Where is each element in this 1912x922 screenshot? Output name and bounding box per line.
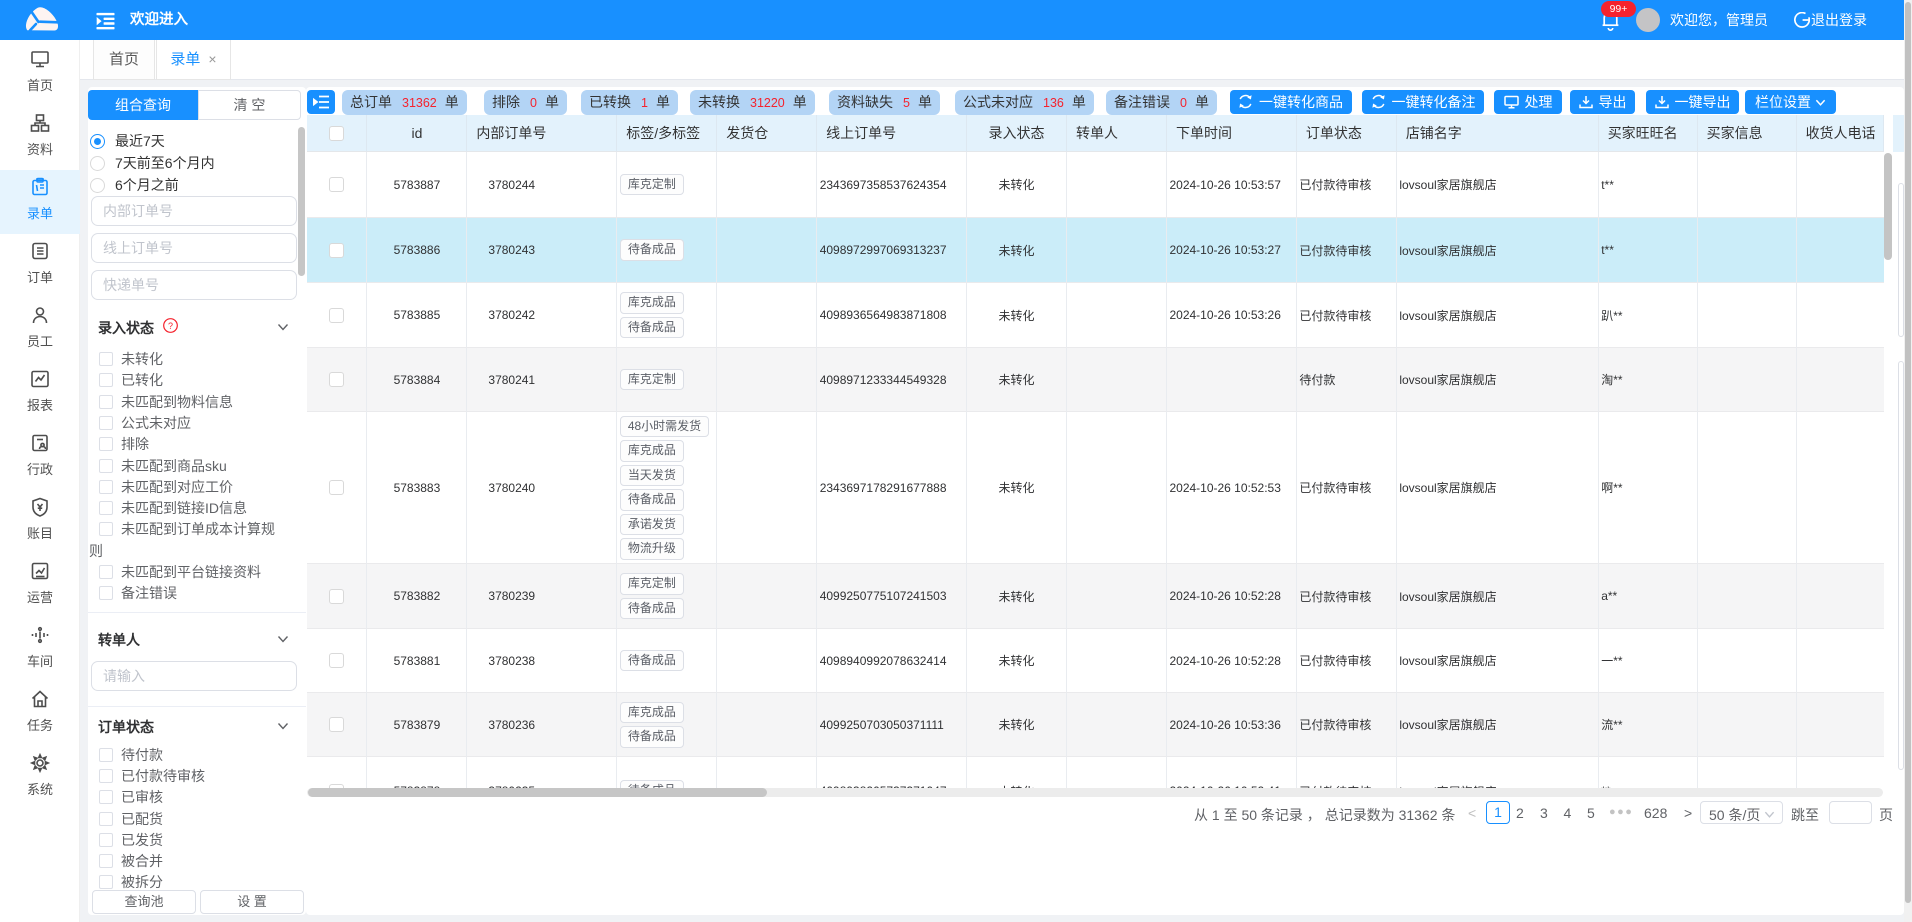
svg-text:?: ?: [168, 321, 173, 331]
